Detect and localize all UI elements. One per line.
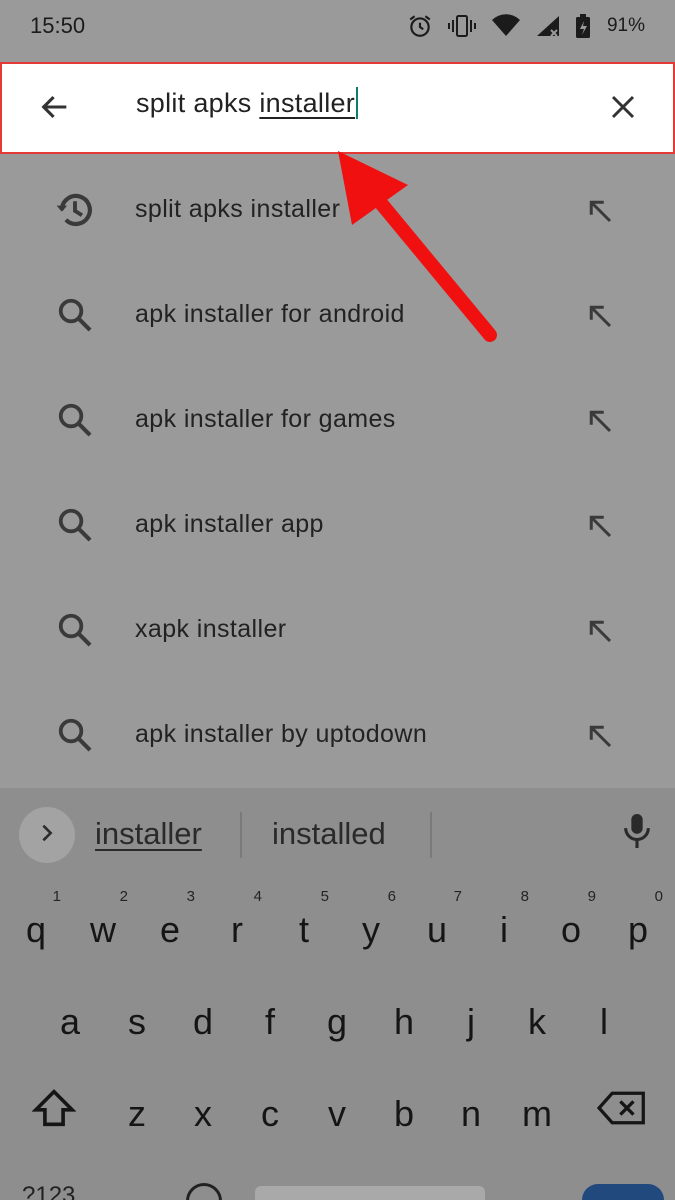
suggestion-item[interactable]: xapk installer bbox=[0, 577, 675, 682]
suggestion-item[interactable]: apk installer for games bbox=[0, 367, 675, 472]
key[interactable]: o9 bbox=[538, 880, 604, 976]
status-icons: 91% bbox=[407, 13, 645, 39]
wifi-icon bbox=[491, 14, 521, 38]
key[interactable]: t5 bbox=[271, 880, 337, 976]
keyboard-expand-button[interactable] bbox=[19, 807, 75, 863]
shift-key[interactable] bbox=[18, 1064, 90, 1160]
key[interactable]: v bbox=[304, 1064, 370, 1160]
alarm-icon bbox=[407, 13, 433, 39]
search-icon bbox=[52, 712, 98, 758]
key[interactable]: i8 bbox=[471, 880, 537, 976]
battery-icon bbox=[575, 13, 591, 39]
fill-query-arrow-icon[interactable] bbox=[580, 506, 620, 546]
search-icon bbox=[52, 292, 98, 338]
search-query-composing: installer bbox=[259, 88, 356, 118]
vibrate-icon bbox=[447, 13, 477, 39]
suggestion-label: apk installer for games bbox=[135, 405, 396, 433]
key[interactable]: m bbox=[504, 1064, 570, 1160]
microphone-icon bbox=[620, 811, 654, 856]
word-suggestion[interactable]: installer bbox=[95, 816, 202, 852]
key[interactable]: f bbox=[237, 972, 303, 1068]
key[interactable]: k bbox=[504, 972, 570, 1068]
suggestion-label: apk installer app bbox=[135, 510, 324, 538]
fill-query-arrow-icon[interactable] bbox=[580, 296, 620, 336]
suggestion-label: apk installer by uptodown bbox=[135, 720, 428, 748]
search-icon bbox=[52, 607, 98, 653]
close-icon bbox=[608, 92, 638, 127]
space-bar[interactable] bbox=[255, 1186, 485, 1200]
key[interactable]: q1 bbox=[3, 880, 69, 976]
key[interactable]: z bbox=[104, 1064, 170, 1160]
key[interactable]: u7 bbox=[404, 880, 470, 976]
red-arrow-icon bbox=[338, 151, 497, 342]
strip-divider bbox=[240, 812, 242, 858]
keyboard-suggestion-strip: installer installed bbox=[0, 788, 675, 880]
search-enter-key[interactable] bbox=[582, 1184, 664, 1200]
battery-percent: 91% bbox=[606, 15, 645, 36]
cell-signal-icon bbox=[535, 14, 561, 38]
key[interactable]: y6 bbox=[338, 880, 404, 976]
voice-input-button[interactable] bbox=[612, 808, 662, 858]
key[interactable]: n bbox=[438, 1064, 504, 1160]
fill-query-arrow-icon[interactable] bbox=[580, 716, 620, 756]
suggestion-item[interactable]: apk installer app bbox=[0, 472, 675, 577]
text-caret bbox=[356, 86, 359, 119]
backspace-icon bbox=[596, 1090, 647, 1135]
clear-search-button[interactable] bbox=[594, 80, 652, 138]
arrow-left-icon bbox=[38, 90, 72, 129]
soft-keyboard: installer installed q1 w2 e3 r4 t5 y6 u7… bbox=[0, 788, 675, 1200]
key[interactable]: e3 bbox=[137, 880, 203, 976]
key[interactable]: w2 bbox=[70, 880, 136, 976]
emoji-icon[interactable] bbox=[186, 1183, 222, 1200]
key[interactable]: j bbox=[438, 972, 504, 1068]
history-icon bbox=[52, 187, 98, 233]
key[interactable]: a bbox=[37, 972, 103, 1068]
key[interactable]: d bbox=[170, 972, 236, 1068]
key[interactable]: p0 bbox=[605, 880, 671, 976]
key[interactable]: c bbox=[237, 1064, 303, 1160]
search-icon bbox=[52, 397, 98, 443]
shift-icon bbox=[31, 1088, 77, 1137]
fill-query-arrow-icon[interactable] bbox=[580, 611, 620, 651]
key[interactable]: h bbox=[371, 972, 437, 1068]
keyboard-bottom-row: ?123 bbox=[0, 1178, 675, 1200]
backspace-key[interactable] bbox=[586, 1064, 658, 1160]
search-query-prefix: split apks bbox=[136, 88, 260, 118]
key[interactable]: r4 bbox=[204, 880, 270, 976]
back-button[interactable] bbox=[26, 80, 84, 138]
symbols-key[interactable]: ?123 bbox=[22, 1182, 75, 1200]
search-input[interactable]: split apks installer bbox=[136, 86, 359, 121]
chevron-right-icon bbox=[36, 822, 58, 849]
search-bar: split apks installer bbox=[0, 62, 675, 154]
key[interactable]: s bbox=[104, 972, 170, 1068]
strip-divider bbox=[430, 812, 432, 858]
key[interactable]: g bbox=[304, 972, 370, 1068]
key[interactable]: b bbox=[371, 1064, 437, 1160]
key[interactable]: l bbox=[571, 972, 637, 1068]
fill-query-arrow-icon[interactable] bbox=[580, 401, 620, 441]
search-icon bbox=[52, 502, 98, 548]
status-bar: 15:50 91% bbox=[0, 0, 675, 52]
suggestion-item[interactable]: apk installer by uptodown bbox=[0, 682, 675, 787]
suggestion-label: split apks installer bbox=[135, 195, 341, 223]
suggestion-label: xapk installer bbox=[135, 615, 287, 643]
status-time: 15:50 bbox=[30, 13, 86, 38]
word-suggestion[interactable]: installed bbox=[272, 816, 386, 852]
fill-query-arrow-icon[interactable] bbox=[580, 191, 620, 231]
key[interactable]: x bbox=[170, 1064, 236, 1160]
